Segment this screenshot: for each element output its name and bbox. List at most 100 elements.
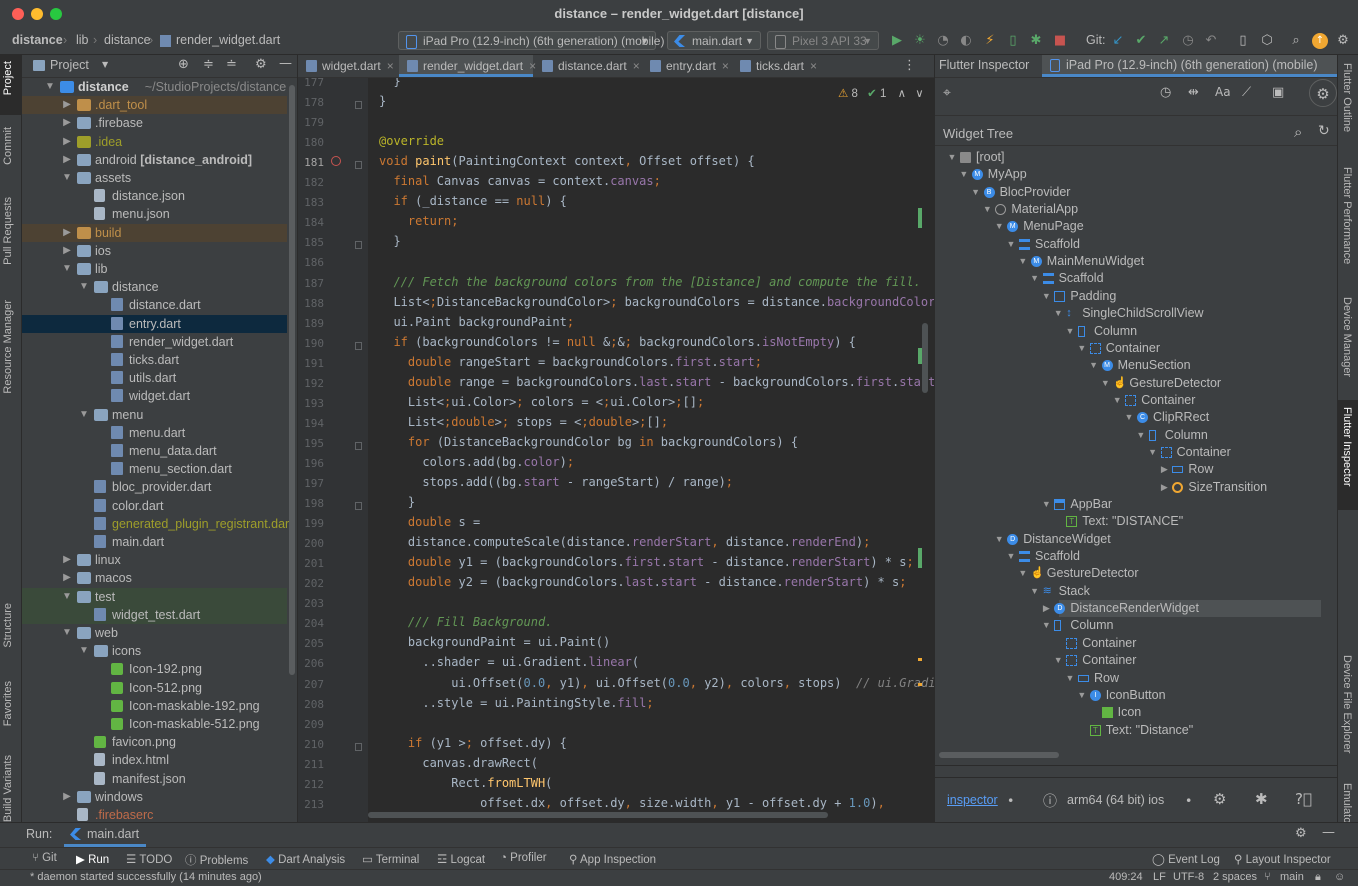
- chevron-down-icon[interactable]: ▼: [982, 201, 992, 218]
- widget-tree-node[interactable]: ▼ Column: [935, 617, 1321, 634]
- collapse-all-icon[interactable]: ≐: [226, 57, 237, 72]
- tree-file[interactable]: generated_plugin_registrant.dart: [22, 515, 293, 533]
- chevron-down-icon[interactable]: ▼: [1124, 409, 1134, 426]
- chevron-down-icon[interactable]: ▼: [1089, 357, 1099, 374]
- hide-icon[interactable]: —: [279, 56, 292, 71]
- tab-render-widget-dart[interactable]: render_widget.dart ×: [399, 55, 536, 77]
- tree-folder[interactable]: ▼ icons: [22, 642, 287, 660]
- tool-profiler[interactable]: ◔ Profiler: [500, 852, 547, 864]
- git-history-icon[interactable]: ◷: [1180, 33, 1196, 49]
- debug-icon[interactable]: ☀: [912, 33, 928, 49]
- image-icon[interactable]: ▣: [1272, 85, 1284, 100]
- chevron-down-icon[interactable]: ▼: [1030, 270, 1040, 287]
- device-selector[interactable]: iPad Pro (12.9-inch) (6th generation) (m…: [398, 31, 664, 50]
- chevron-down-icon[interactable]: ▼: [1065, 323, 1075, 340]
- hot-reload-icon[interactable]: ⚡: [982, 33, 998, 49]
- code-line[interactable]: Rect.fromLTWH(: [379, 776, 552, 790]
- tool-app-inspection[interactable]: ⚲ App Inspection: [569, 852, 656, 866]
- file-encoding[interactable]: UTF-8: [1173, 871, 1204, 883]
- line-separator[interactable]: LF: [1153, 871, 1166, 883]
- widget-tree-node[interactable]: ▼ C ClipRRect: [935, 409, 1321, 426]
- locate-icon[interactable]: ⊕: [178, 57, 189, 72]
- gear-icon[interactable]: ⚙: [255, 57, 267, 72]
- code-line[interactable]: if (y1 >; offset.dy) {: [379, 736, 567, 750]
- fold-marker-icon[interactable]: [355, 241, 362, 250]
- widget-tree-node[interactable]: ▼ ☝ GestureDetector: [935, 375, 1321, 392]
- chevron-right-icon[interactable]: ▶: [61, 114, 73, 132]
- tree-file[interactable]: Icon-192.png: [22, 660, 287, 678]
- settings-icon[interactable]: ⚙: [1309, 79, 1337, 107]
- tab-ticks-dart[interactable]: ticks.dart ×: [732, 55, 850, 77]
- tool-window-resource-manager[interactable]: Resource Manager: [2, 300, 14, 394]
- chevron-right-icon[interactable]: ▶: [1041, 600, 1051, 617]
- chevron-down-icon[interactable]: ▼: [1018, 565, 1028, 582]
- tool-window-structure[interactable]: Structure: [2, 603, 14, 648]
- tool-window-favorites[interactable]: Favorites: [2, 681, 14, 726]
- code-line[interactable]: distance.computeScale(distance.renderSta…: [379, 535, 870, 549]
- tree-file[interactable]: ticks.dart: [22, 351, 287, 369]
- tool-window-build-variants[interactable]: Build Variants: [2, 755, 14, 822]
- widget-tree-node[interactable]: ▼ M MenuPage: [935, 218, 1321, 235]
- widget-tree-node[interactable]: ▼ Container: [935, 340, 1321, 357]
- chevron-down-icon[interactable]: ▼: [1148, 444, 1158, 461]
- chevron-down-icon[interactable]: ▼: [959, 166, 969, 183]
- settings-icon[interactable]: ⚙: [1335, 33, 1351, 49]
- chevron-down-icon[interactable]: ▼: [61, 588, 73, 606]
- tool-run[interactable]: ▶ Run: [76, 852, 109, 866]
- code-line[interactable]: offset.dx, offset.dy, size.width, y1 - o…: [379, 796, 885, 810]
- rollback-icon[interactable]: ↶: [1203, 33, 1219, 49]
- select-widget-mode-icon[interactable]: ⌖: [943, 85, 951, 101]
- tree-folder[interactable]: ▶ .idea: [22, 133, 287, 151]
- tree-folder[interactable]: ▶ ios: [22, 242, 287, 260]
- chevron-down-icon[interactable]: ▼: [1053, 652, 1063, 669]
- chevron-down-icon[interactable]: ▼: [1041, 496, 1051, 513]
- widget-tree-h-scrollbar[interactable]: [937, 752, 1337, 758]
- widget-tree-node[interactable]: ▼ Scaffold: [935, 236, 1321, 253]
- hide-icon[interactable]: —: [1322, 825, 1335, 840]
- code-line[interactable]: /// Fetch the background colors from the…: [379, 275, 920, 289]
- debug-paint-icon[interactable]: ⇹: [1188, 85, 1199, 100]
- code-line[interactable]: /// Fill Background.: [379, 615, 553, 629]
- chevron-down-icon[interactable]: ▼: [1006, 548, 1016, 565]
- tree-folder[interactable]: ▶ .firebase: [22, 114, 287, 132]
- close-icon[interactable]: ×: [722, 59, 729, 73]
- run-tab-main[interactable]: main.dart: [64, 823, 146, 847]
- chevron-down-icon[interactable]: ▼: [1077, 340, 1087, 357]
- fold-marker-icon[interactable]: [355, 441, 362, 450]
- tool-window-flutter-outline[interactable]: Flutter Outline: [1341, 63, 1353, 132]
- tab-device[interactable]: iPad Pro (12.9-inch) (6th generation) (m…: [1042, 55, 1338, 77]
- help-icon[interactable]: ?⃝: [1295, 790, 1312, 808]
- tree-folder[interactable]: ▼ menu: [22, 406, 287, 424]
- code-line[interactable]: canvas.drawRect(: [379, 756, 538, 770]
- tree-file[interactable]: manifest.json: [22, 770, 287, 788]
- tree-file[interactable]: menu_data.dart: [22, 442, 287, 460]
- chevron-down-icon[interactable]: ▼: [1006, 236, 1016, 253]
- tree-file[interactable]: menu.dart: [22, 424, 287, 442]
- tool-terminal[interactable]: ▭ Terminal: [362, 852, 419, 866]
- chevron-right-icon[interactable]: ▶: [61, 788, 73, 806]
- tree-folder[interactable]: ▼ distance ~/StudioProjects/distance: [22, 78, 287, 96]
- widget-tree-node[interactable]: ▼ Container: [935, 392, 1321, 409]
- widget-tree-node[interactable]: ▼ Column: [935, 427, 1321, 444]
- repaint-rainbow-icon[interactable]: ⟋: [1242, 85, 1251, 100]
- code-line[interactable]: colors.add(bg.color);: [379, 455, 574, 469]
- git-push-icon[interactable]: ↗: [1156, 33, 1172, 49]
- tree-file[interactable]: favicon.png: [22, 733, 287, 751]
- code-line[interactable]: if (_distance == null) {: [379, 194, 566, 208]
- widget-tree-node[interactable]: Icon: [935, 704, 1321, 721]
- breadcrumb-lib[interactable]: lib: [76, 33, 89, 47]
- git-branch[interactable]: main: [1280, 871, 1304, 883]
- tool-layout-inspector[interactable]: ⚲ Layout Inspector: [1234, 852, 1331, 866]
- code-line[interactable]: double y2 = (backgroundColors.last.start…: [379, 575, 907, 589]
- widget-tree-node[interactable]: ▼ Scaffold: [935, 548, 1321, 565]
- tool-window-device-manager[interactable]: Device Manager: [1341, 297, 1353, 377]
- code-line[interactable]: }: [379, 234, 400, 248]
- code-line[interactable]: ui.Offset(0.0, y1), ui.Offset(0.0, y2), …: [379, 676, 934, 690]
- widget-tree-node[interactable]: T Text: "DISTANCE": [935, 513, 1321, 530]
- widget-tree-node[interactable]: T Text: "Distance": [935, 722, 1321, 739]
- chevron-down-icon[interactable]: ▼: [78, 278, 90, 296]
- chevron-down-icon[interactable]: ▼: [44, 78, 56, 96]
- widget-tree-node[interactable]: ▼ M MainMenuWidget: [935, 253, 1321, 270]
- chevron-down-icon[interactable]: ▼: [78, 406, 90, 424]
- tree-file[interactable]: distance.json: [22, 187, 287, 205]
